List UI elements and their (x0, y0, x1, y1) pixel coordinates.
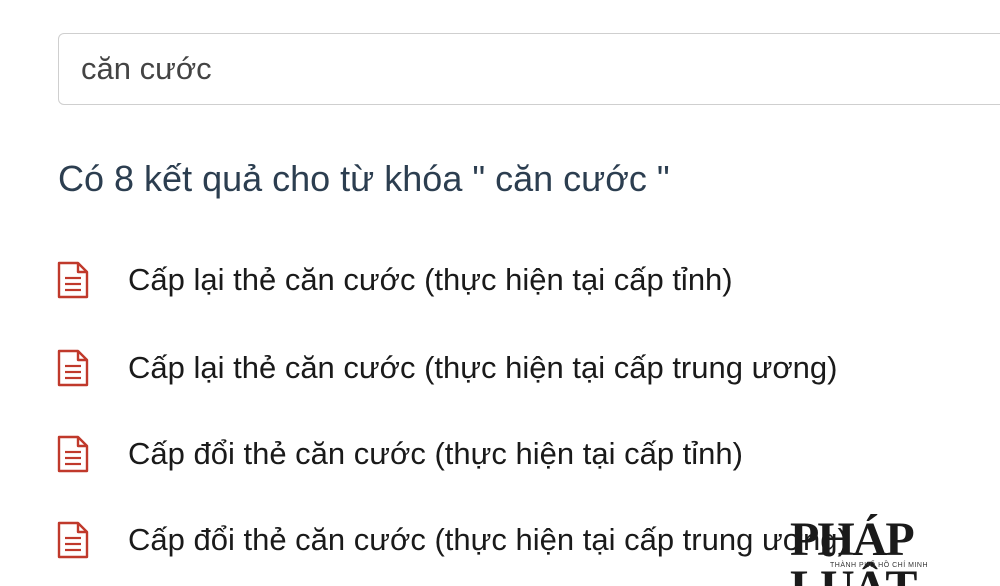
result-item[interactable]: Cấp lại thẻ căn cước (thực hiện tại cấp … (56, 346, 837, 390)
watermark-text: PHÁP LUẬT (790, 513, 917, 586)
result-label[interactable]: Cấp lại thẻ căn cước (thực hiện tại cấp … (128, 350, 837, 386)
result-label[interactable]: Cấp đổi thẻ căn cước (thực hiện tại cấp … (128, 522, 848, 558)
watermark-subtext: THÀNH PHỐ HỒ CHÍ MINH (830, 562, 928, 569)
result-item[interactable]: Cấp lại thẻ căn cước (thực hiện tại cấp … (56, 258, 733, 302)
results-heading: Có 8 kết quả cho từ khóa " căn cước " (58, 158, 670, 199)
search-box[interactable] (58, 33, 1000, 105)
result-label[interactable]: Cấp đổi thẻ căn cước (thực hiện tại cấp … (128, 436, 743, 472)
document-icon (56, 349, 90, 387)
search-input[interactable] (81, 51, 1000, 87)
document-icon (56, 261, 90, 299)
result-item[interactable]: Cấp đổi thẻ căn cước (thực hiện tại cấp … (56, 518, 848, 562)
watermark-logo: PHÁP LUẬT THÀNH PHỐ HỒ CHÍ MINH (790, 516, 990, 586)
result-item[interactable]: Cấp đổi thẻ căn cước (thực hiện tại cấp … (56, 432, 743, 476)
document-icon (56, 435, 90, 473)
page: Có 8 kết quả cho từ khóa " căn cước " Cấ… (0, 0, 1000, 586)
document-icon (56, 521, 90, 559)
result-label[interactable]: Cấp lại thẻ căn cước (thực hiện tại cấp … (128, 262, 733, 298)
